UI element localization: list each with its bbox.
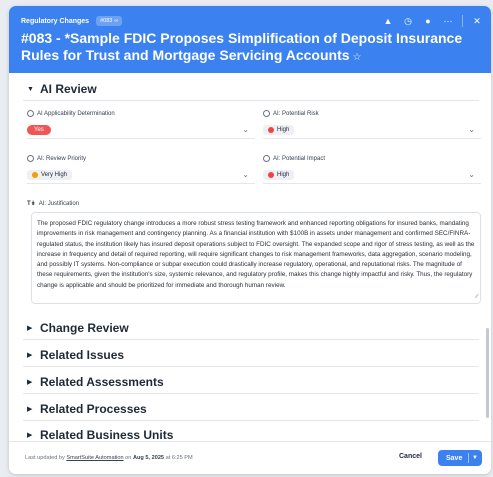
caret-right-icon: ▶ <box>27 325 33 332</box>
text-field-icon: T↡ <box>27 201 36 207</box>
status-dot <box>268 172 274 178</box>
chevron-down-icon[interactable]: ▼ <box>469 455 478 461</box>
review-priority-value: Very High <box>27 170 73 180</box>
section-ai-review[interactable]: ▼ AI Review <box>27 82 97 96</box>
justification-textarea[interactable]: The proposed FDIC regulatory change intr… <box>31 212 481 304</box>
field-label-text: AI: Justification <box>38 200 80 207</box>
potential-impact-value: High <box>263 170 295 180</box>
potential-risk-text: High <box>277 127 290 133</box>
caret-down-icon: ▼ <box>27 85 34 93</box>
breadcrumb[interactable]: Regulatory Changes <box>21 18 89 25</box>
divider <box>23 393 479 394</box>
link-icon: ∞ <box>114 18 119 24</box>
divider <box>23 420 479 421</box>
field-label-justification: T↡ AI: Justification <box>27 200 80 208</box>
modal-body: ▼ AI Review AI Applicability Determinati… <box>9 73 491 442</box>
field-label-text: AI Applicability Determination <box>37 110 115 117</box>
review-priority-select[interactable]: Very High ⌄ <box>27 167 255 184</box>
record-title[interactable]: #083 - *Sample FDIC Proposes Simplificat… <box>21 30 483 66</box>
more-icon[interactable]: ⋯ <box>442 15 454 27</box>
bell-icon[interactable]: ▲ <box>382 15 394 27</box>
updated-user-link[interactable]: SmartSuite Automation <box>66 455 123 461</box>
ai-field-icon <box>27 155 34 162</box>
section-label: AI Review <box>40 82 97 96</box>
record-id-badge[interactable]: #083 ∞ <box>96 16 123 26</box>
potential-impact-text: High <box>277 172 290 178</box>
clock-icon[interactable]: ◷ <box>402 15 414 27</box>
section-label: Change Review <box>40 321 129 335</box>
field-label-potential-risk: AI: Potential Risk <box>263 110 319 117</box>
ai-field-icon <box>27 110 34 117</box>
justification-text: The proposed FDIC regulatory change intr… <box>37 220 475 289</box>
chevron-down-icon: ⌄ <box>468 170 475 179</box>
ai-field-icon <box>263 110 270 117</box>
section-related-business-units[interactable]: ▶ Related Business Units <box>27 428 173 442</box>
review-priority-text: Very High <box>41 172 68 178</box>
header-divider <box>462 15 463 27</box>
caret-right-icon: ▶ <box>27 406 33 413</box>
record-id-text: #083 <box>100 18 113 24</box>
caret-right-icon: ▶ <box>27 352 33 359</box>
cancel-button[interactable]: Cancel <box>399 453 422 460</box>
potential-risk-select[interactable]: High ⌄ <box>263 122 481 139</box>
star-icon[interactable]: ☆ <box>353 52 362 63</box>
field-label-potential-impact: AI: Potential Impact <box>263 155 325 162</box>
ai-field-icon <box>263 155 270 162</box>
field-label-text: AI: Review Priority <box>37 155 87 162</box>
applicability-select[interactable]: Yes ⌄ <box>27 122 255 139</box>
modal-header: Regulatory Changes #083 ∞ ▲ ◷ ● ⋯ ✕ #083… <box>9 6 491 73</box>
divider <box>23 100 479 101</box>
section-label: Related Issues <box>40 348 125 362</box>
chevron-down-icon: ⌄ <box>242 170 249 179</box>
divider <box>23 366 479 367</box>
divider <box>23 339 479 340</box>
header-topbar: Regulatory Changes #083 ∞ ▲ ◷ ● ⋯ ✕ <box>21 14 483 28</box>
section-related-assessments[interactable]: ▶ Related Assessments <box>27 375 164 389</box>
section-label: Related Business Units <box>40 428 174 442</box>
save-label: Save <box>446 454 463 462</box>
chevron-down-icon: ⌄ <box>468 125 475 134</box>
caret-right-icon: ▶ <box>27 432 33 439</box>
modal-footer: Last updated by SmartSuite Automation on… <box>9 441 491 474</box>
field-label-text: AI: Potential Impact <box>273 155 326 162</box>
record-modal: Regulatory Changes #083 ∞ ▲ ◷ ● ⋯ ✕ #083… <box>9 6 491 474</box>
field-label-applicability: AI Applicability Determination <box>27 110 115 117</box>
section-label: Related Assessments <box>40 375 164 389</box>
section-label: Related Processes <box>40 402 147 416</box>
resize-handle-icon[interactable]: ∕∕ <box>476 292 478 302</box>
scrollbar[interactable] <box>486 328 489 418</box>
updated-prefix: Last updated by <box>25 455 65 461</box>
updated-on: on <box>125 455 132 461</box>
caret-right-icon: ▶ <box>27 379 33 386</box>
status-dot <box>32 172 38 178</box>
field-label-text: AI: Potential Risk <box>273 110 319 117</box>
potential-risk-value: High <box>263 125 295 135</box>
status-dot <box>268 127 274 133</box>
potential-impact-select[interactable]: High ⌄ <box>263 167 481 184</box>
comment-icon[interactable]: ● <box>422 15 434 27</box>
save-button[interactable]: Save ▼ <box>438 450 482 466</box>
section-related-processes[interactable]: ▶ Related Processes <box>27 402 147 416</box>
chevron-down-icon: ⌄ <box>242 125 249 134</box>
field-label-review-priority: AI: Review Priority <box>27 155 86 162</box>
updated-time: at 6:25 PM <box>165 455 193 461</box>
close-icon[interactable]: ✕ <box>471 15 483 27</box>
updated-date: Aug 5, 2025 <box>132 455 165 461</box>
header-actions: ▲ ◷ ● ⋯ ✕ <box>382 15 483 27</box>
last-updated: Last updated by SmartSuite Automation on… <box>25 455 193 461</box>
record-title-text: #083 - *Sample FDIC Proposes Simplificat… <box>21 30 463 63</box>
applicability-value: Yes <box>27 125 51 135</box>
section-related-issues[interactable]: ▶ Related Issues <box>27 348 124 362</box>
section-change-review[interactable]: ▶ Change Review <box>27 321 129 335</box>
